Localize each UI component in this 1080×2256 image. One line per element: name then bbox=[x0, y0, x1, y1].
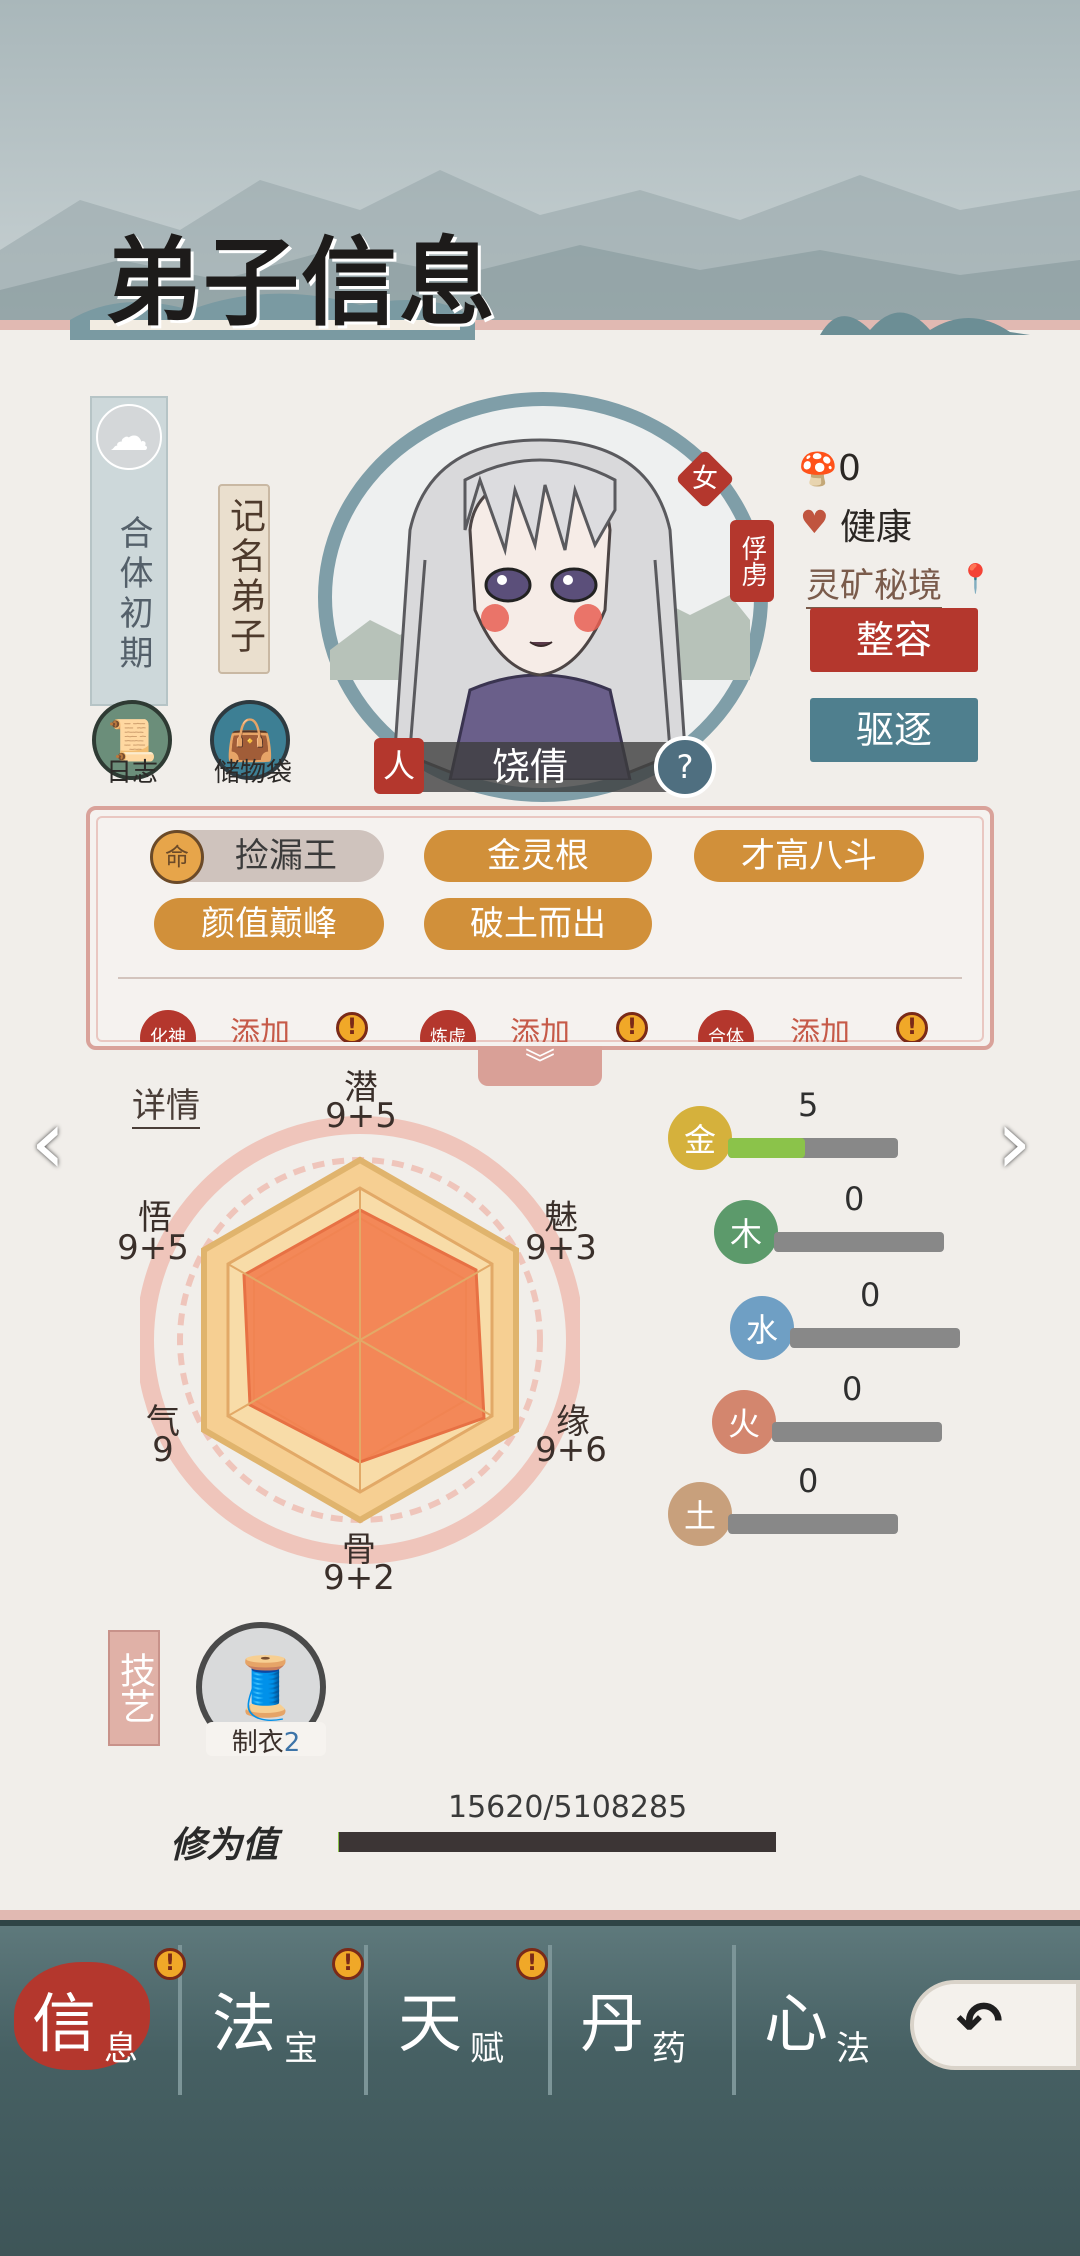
stat-lower-left-value: 9 bbox=[152, 1430, 174, 1470]
fire-value: 0 bbox=[842, 1370, 863, 1408]
tab-talent-small: 赋 bbox=[470, 2029, 504, 2069]
race-badge: 人 bbox=[374, 738, 424, 794]
wood-element-icon: 木 bbox=[714, 1200, 778, 1264]
pills-alert-icon: ! bbox=[516, 1948, 548, 1980]
stat-upper-right-value: 9+3 bbox=[525, 1228, 597, 1268]
five-elements-panel: 金 5 木 0 水 0 火 0 土 0 bbox=[668, 1086, 968, 1562]
trait-2[interactable]: 金灵根 bbox=[424, 830, 652, 882]
mushroom-icon: 🍄 bbox=[798, 450, 838, 488]
add-slots-row: 化神 添加 ! 炼虚 添加 ! 合体 添加 ! bbox=[100, 1010, 988, 1042]
wood-bar-track bbox=[774, 1232, 944, 1252]
add-slot-3-tag: 合体 bbox=[698, 1010, 754, 1042]
health-status: 健康 bbox=[840, 507, 913, 548]
disciple-rank: 记名弟子 bbox=[218, 484, 270, 674]
wood-value: 0 bbox=[844, 1180, 865, 1218]
fire-bar-track bbox=[772, 1422, 942, 1442]
add-slot-2-tag: 炼虚 bbox=[420, 1010, 476, 1042]
water-element-icon: 水 bbox=[730, 1296, 794, 1360]
cultivation-label: 修为值 bbox=[170, 1824, 279, 1866]
water-bar-track bbox=[790, 1328, 960, 1348]
next-disciple-arrow-icon[interactable]: › bbox=[996, 1090, 1032, 1195]
makeover-button[interactable]: 整容 bbox=[810, 608, 978, 672]
add-slot-1-alert-icon: ! bbox=[336, 1012, 368, 1042]
earth-value: 0 bbox=[798, 1462, 819, 1500]
storage-bag-label: 储物袋 bbox=[213, 758, 292, 788]
metal-element-icon: 金 bbox=[668, 1106, 732, 1170]
tab-pills-small: 药 bbox=[652, 2029, 686, 2069]
captive-status-text: 俘虏 bbox=[737, 535, 767, 587]
water-value: 0 bbox=[860, 1276, 881, 1314]
tab-pills[interactable]: 丹 药 bbox=[568, 1945, 738, 2085]
traits-divider bbox=[118, 977, 962, 979]
tab-method[interactable]: 心 法 bbox=[752, 1945, 922, 2085]
add-slot-3-label[interactable]: 添加 bbox=[790, 1010, 850, 1042]
fire-element-icon: 火 bbox=[712, 1390, 776, 1454]
skill-level: 2 bbox=[283, 1728, 301, 1758]
stat-lower-right-value: 9+6 bbox=[535, 1430, 607, 1470]
talent-alert-icon: ! bbox=[332, 1948, 364, 1980]
add-slot-2-label[interactable]: 添加 bbox=[510, 1010, 570, 1042]
disciple-rank-text: 记名弟子 bbox=[224, 497, 265, 657]
skill-name: 制衣 bbox=[231, 1728, 284, 1758]
nav-divider bbox=[364, 1945, 368, 2095]
add-slot-3-alert-icon: ! bbox=[896, 1012, 928, 1042]
skills-section-tag: 技艺 bbox=[108, 1630, 160, 1746]
double-chevron-down-icon: ︾ bbox=[525, 1047, 555, 1082]
stat-upper-left-value: 9+5 bbox=[117, 1228, 189, 1268]
back-arrow-icon: ↶ bbox=[956, 1990, 1003, 2055]
log-label: 日志 bbox=[105, 758, 158, 788]
treasure-alert-icon: ! bbox=[154, 1948, 186, 1980]
fate-icon: 命 bbox=[150, 830, 204, 884]
metal-value: 5 bbox=[798, 1086, 819, 1124]
nav-divider bbox=[548, 1945, 552, 2095]
trait-5[interactable]: 破土而出 bbox=[424, 898, 652, 950]
tab-talent-big: 天 bbox=[398, 1988, 462, 2062]
trait-3[interactable]: 才高八斗 bbox=[694, 830, 924, 882]
stat-bottom-value: 9+2 bbox=[323, 1558, 395, 1598]
earth-bar-track bbox=[728, 1514, 898, 1534]
add-slot-1-label[interactable]: 添加 bbox=[230, 1010, 290, 1042]
nav-divider bbox=[732, 1945, 736, 2095]
metal-bar-fill bbox=[728, 1138, 805, 1158]
trait-4[interactable]: 颜值巅峰 bbox=[154, 898, 384, 950]
expel-button[interactable]: 驱逐 bbox=[810, 698, 978, 762]
prev-disciple-arrow-icon[interactable]: ‹ bbox=[30, 1090, 66, 1195]
tab-method-big: 心 bbox=[764, 1988, 828, 2062]
tab-treasure-big: 法 bbox=[212, 1988, 276, 2062]
decor-clouds bbox=[820, 312, 1030, 335]
fabric-roll-icon: 🧵 bbox=[228, 1653, 303, 1723]
add-slot-1-tag: 化神 bbox=[140, 1010, 196, 1042]
tab-treasure-small: 宝 bbox=[284, 2029, 318, 2069]
location-link[interactable]: 灵矿秘境 bbox=[806, 558, 942, 609]
captive-status-tag: 俘虏 bbox=[730, 520, 774, 602]
character-name[interactable]: 饶倩 bbox=[380, 742, 680, 792]
item-count: 0 bbox=[838, 448, 861, 489]
back-button[interactable]: ↶ bbox=[910, 1980, 1080, 2070]
cultivation-stage: 合体初期 bbox=[113, 515, 153, 675]
tab-info-small: 息 bbox=[104, 2029, 138, 2069]
expand-traits-button[interactable]: ︾ bbox=[478, 1046, 602, 1086]
page-title: 弟子信息 bbox=[105, 226, 497, 339]
gender-text: 女 bbox=[691, 464, 718, 494]
skill-label-bg: 制衣2 bbox=[206, 1722, 326, 1758]
cultivation-value: 15620/5108285 bbox=[448, 1790, 688, 1825]
skills-section-label: 技艺 bbox=[114, 1652, 155, 1724]
cultivation-progress-track bbox=[338, 1832, 776, 1852]
cloud-emblem-icon: ☁ bbox=[96, 404, 162, 470]
stat-top-value: 9+5 bbox=[325, 1096, 397, 1136]
health-heart-icon: ♥ bbox=[800, 503, 829, 541]
earth-element-icon: 土 bbox=[668, 1482, 732, 1546]
tab-method-small: 法 bbox=[836, 2029, 870, 2069]
disposition-badge: ? bbox=[654, 736, 716, 798]
cultivation-progress-fill bbox=[338, 1832, 339, 1852]
location-pin-icon: 📍 bbox=[958, 562, 993, 595]
attribute-radar-chart bbox=[140, 1116, 580, 1564]
nav-top-border bbox=[0, 1920, 1080, 1926]
tab-info-big: 信 bbox=[32, 1988, 96, 2062]
add-slot-2-alert-icon: ! bbox=[616, 1012, 648, 1042]
tab-pills-big: 丹 bbox=[580, 1988, 644, 2062]
trait-1-label: 捡漏王 bbox=[235, 836, 337, 876]
